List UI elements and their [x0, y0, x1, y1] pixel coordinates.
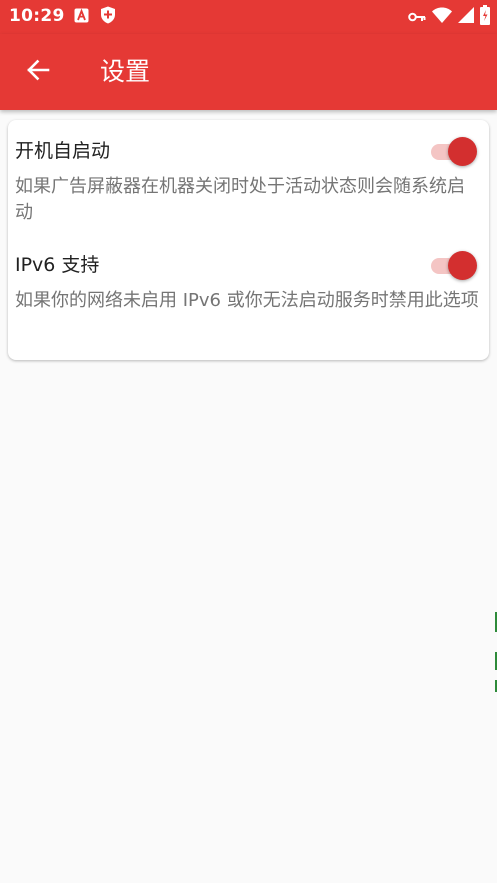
- settings-card: 开机自启动 如果广告屏蔽器在机器关闭时处于活动状态则会随系统启动 IPv6 支持…: [8, 120, 489, 360]
- screen: 10:29 设置 开机自启动 如果广告屏蔽器在机器关闭时处于活动状态则会随系统启…: [0, 0, 497, 883]
- setting-title: IPv6 支持: [15, 254, 100, 276]
- switch-thumb: [448, 137, 477, 166]
- setting-title: 开机自启动: [15, 140, 111, 162]
- shield-icon: [100, 6, 116, 28]
- battery-icon: [480, 5, 490, 29]
- autostart-toggle[interactable]: [431, 136, 479, 166]
- status-notification-icons: [74, 6, 116, 28]
- arrow-left-icon: [26, 58, 50, 86]
- text-a-icon: [74, 8, 89, 27]
- setting-description: 如果你的网络未启用 IPv6 或你无法启动服务时禁用此选项: [15, 290, 479, 311]
- page-title: 设置: [100, 57, 151, 86]
- status-system-icons: [408, 5, 490, 29]
- app-bar: 设置: [0, 34, 497, 110]
- status-bar: 10:29: [0, 0, 497, 34]
- ipv6-toggle[interactable]: [431, 250, 479, 280]
- switch-thumb: [448, 251, 477, 280]
- key-icon: [408, 8, 426, 27]
- wifi-icon: [432, 7, 452, 27]
- signal-icon: [458, 7, 474, 27]
- back-button[interactable]: [14, 48, 62, 96]
- setting-description: 如果广告屏蔽器在机器关闭时处于活动状态则会随系统启动: [15, 176, 465, 223]
- status-time: 10:29: [9, 6, 65, 26]
